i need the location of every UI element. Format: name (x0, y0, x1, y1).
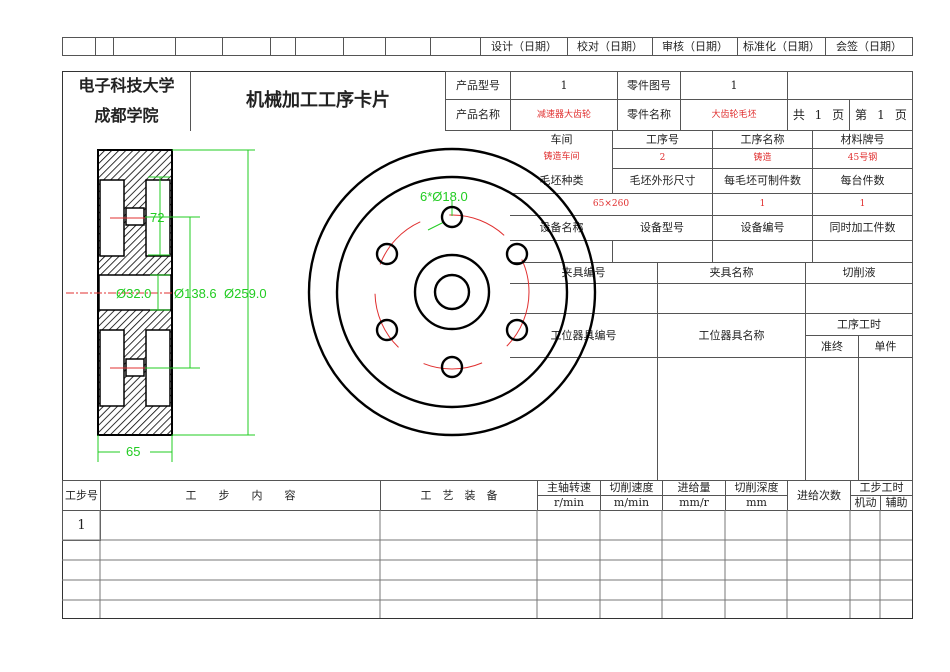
dim-bore: Ø32.0 (116, 286, 151, 301)
dim-72: 72 (150, 210, 164, 225)
dim-outer: Ø259.0 (224, 286, 267, 301)
dim-width: 65 (126, 444, 140, 459)
dim-holes: 6*Ø18.0 (420, 189, 468, 204)
process-card: 设计（日期） 校对（日期） 审核（日期） 标准化（日期） 会签（日期） 电子科技… (0, 0, 950, 672)
part-drawing: 72 Ø32.0 Ø138.6 Ø259.0 65 6*Ø18.0 (66, 147, 597, 462)
dim-hub: Ø138.6 (174, 286, 217, 301)
